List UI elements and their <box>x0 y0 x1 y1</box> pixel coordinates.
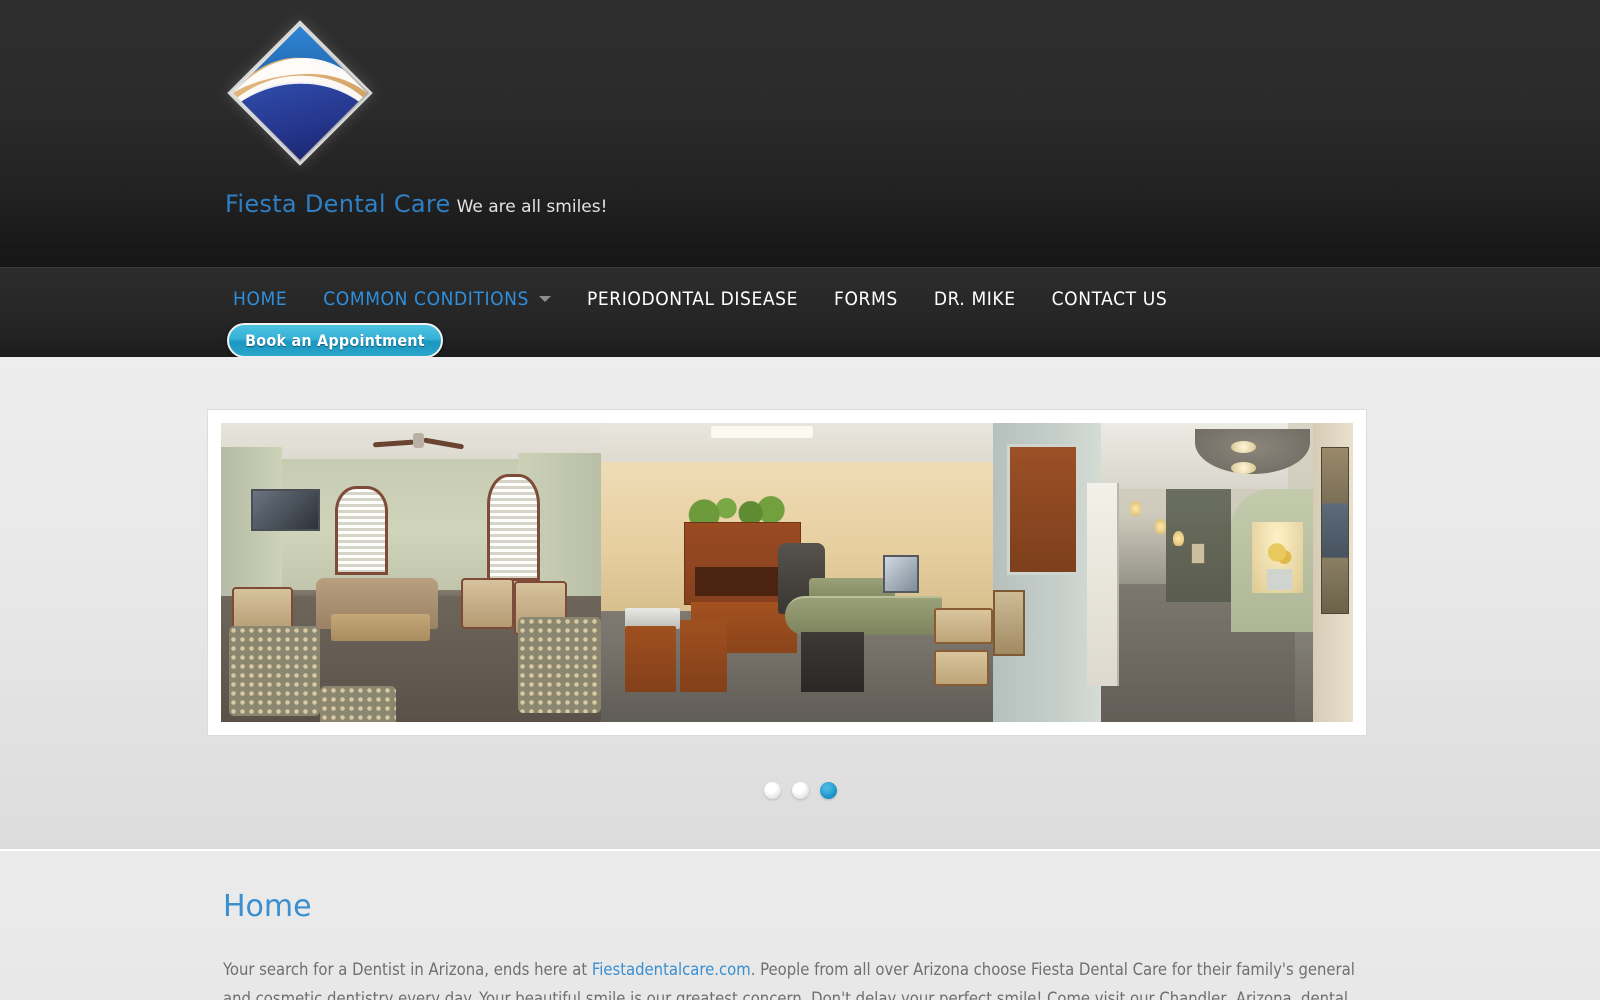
office-illustration <box>601 423 994 722</box>
brand-name: Fiesta Dental Care <box>225 190 451 218</box>
header-inner: Fiesta Dental Care We are all smiles! <box>215 0 1385 267</box>
slide-image-office[interactable] <box>601 423 994 722</box>
arched-window <box>487 473 541 582</box>
slider-dot-2[interactable] <box>791 782 809 799</box>
waiting-chair <box>993 590 1026 657</box>
armchair <box>460 578 514 630</box>
desk <box>785 596 943 636</box>
page-title: Home <box>223 889 312 924</box>
nav-item-label: PERIODONTAL DISEASE <box>586 288 799 310</box>
nav-item-forms[interactable]: FORMS <box>816 288 916 310</box>
nav-item-label: HOME <box>233 288 288 310</box>
nav-inner: HOME COMMON CONDITIONS PERIODONTAL DISEA… <box>215 268 1385 358</box>
book-appointment-button[interactable]: Book an Appointment <box>227 323 443 358</box>
site-header: Fiesta Dental Care We are all smiles! <box>0 0 1600 267</box>
hero-slider-section <box>0 357 1600 850</box>
book-appointment-label: Book an Appointment <box>245 331 425 350</box>
file-drawers <box>624 626 676 693</box>
nav-list: HOME COMMON CONDITIONS PERIODONTAL DISEA… <box>215 268 1385 316</box>
guest-chair <box>934 608 994 645</box>
chevron-down-icon <box>538 296 551 302</box>
intro-text-before-link: Your search for a Dentist in Arizona, en… <box>223 960 592 979</box>
waiting-room-illustration <box>221 423 602 722</box>
slider-frame <box>207 409 1367 736</box>
framed-picture <box>1190 542 1206 564</box>
slider-pagination <box>0 782 1600 799</box>
slider-dot-3[interactable] <box>819 782 837 799</box>
wall-sconce <box>1155 518 1166 534</box>
door <box>1086 482 1119 687</box>
slide-strip <box>221 423 1353 722</box>
wall-artwork <box>1320 446 1350 615</box>
downlight <box>1230 461 1256 474</box>
brand-line: Fiesta Dental Care We are all smiles! <box>225 190 607 218</box>
patterned-armchair <box>228 626 320 716</box>
wood-panel <box>1007 443 1080 576</box>
nav-item-common-conditions[interactable]: COMMON CONDITIONS <box>305 288 569 310</box>
content-section: Home Your search for a Dentist in Arizon… <box>0 850 1600 1000</box>
main-navigation: HOME COMMON CONDITIONS PERIODONTAL DISEA… <box>0 267 1600 358</box>
slide-image-hallway[interactable] <box>993 423 1353 722</box>
wall-television <box>251 488 320 531</box>
guest-chair <box>934 650 990 687</box>
logo-block[interactable] <box>225 18 375 168</box>
intro-paragraph: Your search for a Dentist in Arizona, en… <box>223 956 1373 1000</box>
nav-item-label: CONTACT US <box>1051 288 1168 310</box>
nav-item-label: COMMON CONDITIONS <box>323 288 529 310</box>
flower-arrangement <box>1266 542 1292 591</box>
nav-item-label: DR. MIKE <box>933 288 1016 310</box>
desk-base <box>801 632 864 693</box>
nav-item-periodontal-disease[interactable]: PERIODONTAL DISEASE <box>569 288 816 310</box>
monitor <box>883 554 919 594</box>
slider-dot-1[interactable] <box>763 782 781 799</box>
ceiling-fan-icon <box>373 429 465 456</box>
nav-item-contact-us[interactable]: CONTACT US <box>1034 288 1186 310</box>
diamond-logo-icon <box>225 18 375 168</box>
hallway-illustration <box>993 423 1353 722</box>
file-drawers <box>679 620 727 693</box>
brand-tagline: We are all smiles! <box>456 197 608 217</box>
content-inner: Home Your search for a Dentist in Arizon… <box>215 851 1385 1000</box>
downlight <box>1230 440 1256 453</box>
nav-item-label: FORMS <box>834 288 898 310</box>
nav-item-home[interactable]: HOME <box>215 288 305 310</box>
wall-sconce <box>1173 530 1184 546</box>
ceiling-light <box>711 425 813 438</box>
patterned-armchair <box>319 686 396 722</box>
wall-sconce <box>1129 500 1141 516</box>
coffee-table <box>331 614 431 642</box>
nav-item-dr-mike[interactable]: DR. MIKE <box>916 288 1034 310</box>
fiestadentalcare-link[interactable]: Fiestadentalcare.com <box>592 960 751 979</box>
slide-image-waiting-room[interactable] <box>221 423 602 722</box>
patterned-armchair <box>517 617 602 714</box>
arched-window <box>335 485 389 576</box>
